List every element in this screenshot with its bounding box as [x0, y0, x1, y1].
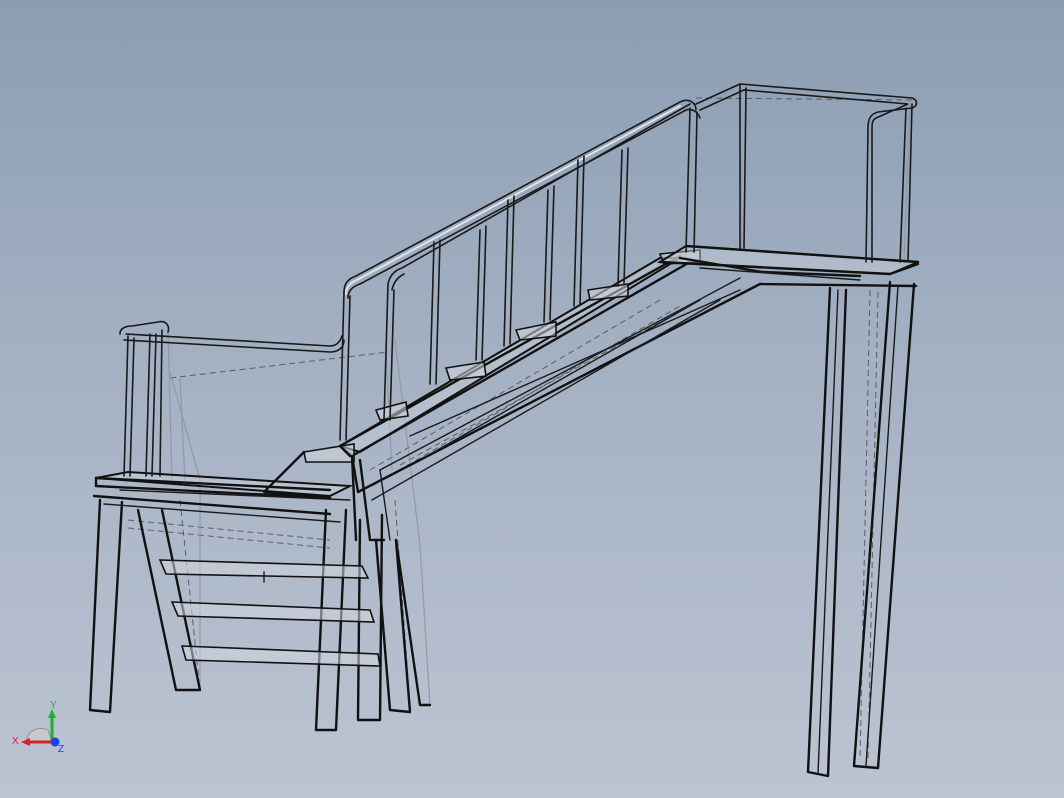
top-landing-handrail[interactable]	[695, 83, 918, 263]
upper-flight-supports[interactable]	[350, 454, 391, 542]
triad-y-label: Y	[50, 700, 57, 711]
graphics-viewport[interactable]: Y X Z	[0, 0, 1064, 798]
staircase-model[interactable]	[0, 0, 1064, 798]
top-landing[interactable]	[656, 244, 920, 288]
lower-treads[interactable]	[158, 559, 381, 667]
triad-z-label: Z	[58, 744, 64, 755]
triad-x-label: X	[12, 736, 19, 747]
reference-triad[interactable]: Y X Z	[8, 696, 68, 756]
